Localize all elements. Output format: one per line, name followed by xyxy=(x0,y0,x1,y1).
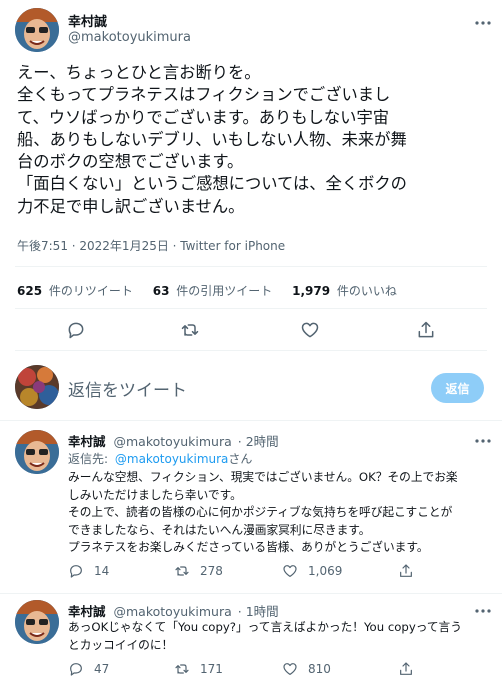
share-action[interactable] xyxy=(398,661,414,677)
tweet-text-line: 船、ありもしないデブリ、いもしない人物、未来が舞 xyxy=(17,129,407,149)
reply-icon xyxy=(68,563,84,579)
reply-to-prefix: 返信先: xyxy=(68,452,109,466)
reply-to-handle[interactable]: @makotoyukimura xyxy=(115,452,229,466)
tweet-stats: 625 件のリツイート 63 件の引用ツイート 1,979 件のいいね xyxy=(17,282,397,299)
retweet-action[interactable]: 278 xyxy=(174,563,282,579)
reply-author-name[interactable]: 幸村誠 xyxy=(68,434,106,449)
retweet-icon xyxy=(174,661,190,677)
like-icon[interactable] xyxy=(300,320,320,340)
reply-action[interactable]: 14 xyxy=(68,563,174,579)
tweet-text-line: えー、ちょっとひと言お断りを。 xyxy=(17,63,261,82)
retweet-count: 278 xyxy=(200,564,223,578)
reply-header: 幸村誠 @makotoyukimura · 2時間 xyxy=(68,431,279,450)
like-count: 810 xyxy=(308,662,331,676)
reply-actions: 47 171 810 xyxy=(68,661,414,677)
retweets-count: 625 xyxy=(17,284,43,298)
share-icon[interactable] xyxy=(416,320,436,340)
tweet-text-line: て、ウソばっかりでございます。ありもしない宇宙 xyxy=(17,107,390,127)
reply-icon xyxy=(68,661,84,677)
retweets-stat[interactable]: 625 件のリツイート xyxy=(17,284,137,298)
reply-author-avatar[interactable] xyxy=(15,430,59,474)
reply-text: あっOKじゃなくて「You copy?」って言えばよかった！You copyって… xyxy=(68,619,498,654)
reply-button-label: 返信 xyxy=(445,381,470,396)
reply-text-line: できましたなら、それはたいへん漫画家冥利に尽きます。 xyxy=(68,522,371,537)
quotes-label: 件の引用ツイート xyxy=(176,284,273,298)
tweet-text-line: 力不足で申し訳ございません。 xyxy=(17,196,245,216)
reply-text-line: その上で、読者の皆様の心に何かポジティブな気持ちを呼び起こすことが xyxy=(68,505,453,519)
tweet-text: えー、ちょっとひと言お断りを。 全くもってプラネテスはフィクションでございまし … xyxy=(17,62,497,218)
like-icon xyxy=(282,661,298,677)
quotes-stat[interactable]: 63 件の引用ツイート xyxy=(153,284,276,298)
retweet-icon[interactable] xyxy=(180,320,200,340)
tweet-text-line: 台のボクの空想でございます。 xyxy=(17,152,244,172)
more-options-icon[interactable] xyxy=(474,432,492,450)
like-count: 1,069 xyxy=(308,564,343,578)
retweet-icon xyxy=(174,563,190,579)
more-options-icon[interactable] xyxy=(474,602,492,620)
reply-time[interactable]: · 1時間 xyxy=(238,604,279,619)
reply-icon[interactable] xyxy=(66,320,86,340)
reply-author-handle[interactable]: @makotoyukimura xyxy=(114,434,232,449)
reply-action[interactable]: 47 xyxy=(68,661,174,677)
quotes-count: 63 xyxy=(152,284,170,298)
more-options-icon[interactable] xyxy=(474,14,492,32)
reply-time[interactable]: · 2時間 xyxy=(238,434,279,449)
share-action[interactable] xyxy=(398,563,414,579)
like-action[interactable]: 1,069 xyxy=(282,563,398,579)
reply-text: みーんな空想、フィクション、現実ではございません。OK？その上でお楽 しみいただ… xyxy=(68,469,498,557)
likes-label: 件のいいね xyxy=(336,284,397,298)
reply-author-avatar[interactable] xyxy=(15,600,59,644)
reply-author-name[interactable]: 幸村誠 xyxy=(68,604,106,619)
reply-input[interactable]: 返信をツイート xyxy=(68,376,187,401)
reply-text-line: しみいただけましたら幸いです。 xyxy=(68,487,242,502)
reply-button[interactable]: 返信 xyxy=(431,373,484,403)
reply-author-handle[interactable]: @makotoyukimura xyxy=(114,604,232,619)
author-avatar[interactable] xyxy=(15,8,59,52)
retweet-count: 171 xyxy=(200,662,223,676)
author-handle[interactable]: @makotoyukimura xyxy=(68,30,191,45)
reply-to-suffix: さん xyxy=(228,452,253,466)
author-name[interactable]: 幸村誠 xyxy=(68,11,107,30)
retweet-action[interactable]: 171 xyxy=(174,661,282,677)
likes-count: 1,979 xyxy=(292,284,331,298)
reply-header: 幸村誠 @makotoyukimura · 1時間 xyxy=(68,601,279,620)
reply-to-line: 返信先: @makotoyukimuraさん xyxy=(68,450,252,467)
reply-text-line: みーんな空想、フィクション、現実ではございません。OK？その上でお楽 xyxy=(68,470,458,484)
tweet-text-line: 「面白くない」というご感想については、全くボクの xyxy=(17,174,407,194)
tweet-timestamp[interactable]: 午後7:51 · 2022年1月25日 · Twitter for iPhone xyxy=(17,237,285,254)
like-icon xyxy=(282,563,298,579)
reply-text-line: とカッコイイのに！ xyxy=(68,637,174,652)
reply-count: 14 xyxy=(94,564,110,578)
reply-actions: 14 278 1,069 xyxy=(68,563,414,579)
like-action[interactable]: 810 xyxy=(282,661,398,677)
reply-text-line: あっOKじゃなくて「You copy?」って言えばよかった！You copyって… xyxy=(68,620,462,634)
retweets-label: 件のリツイート xyxy=(48,284,133,298)
reply-text-line: プラネテスをお楽しみくださっている皆様、ありがとうございます。 xyxy=(68,540,429,554)
share-icon xyxy=(398,563,414,579)
current-user-avatar[interactable] xyxy=(15,365,59,409)
likes-stat[interactable]: 1,979 件のいいね xyxy=(292,284,397,298)
tweet-text-line: 全くもってプラネテスはフィクションでございまし xyxy=(17,85,391,105)
reply-count: 47 xyxy=(94,662,110,676)
share-icon xyxy=(398,661,414,677)
